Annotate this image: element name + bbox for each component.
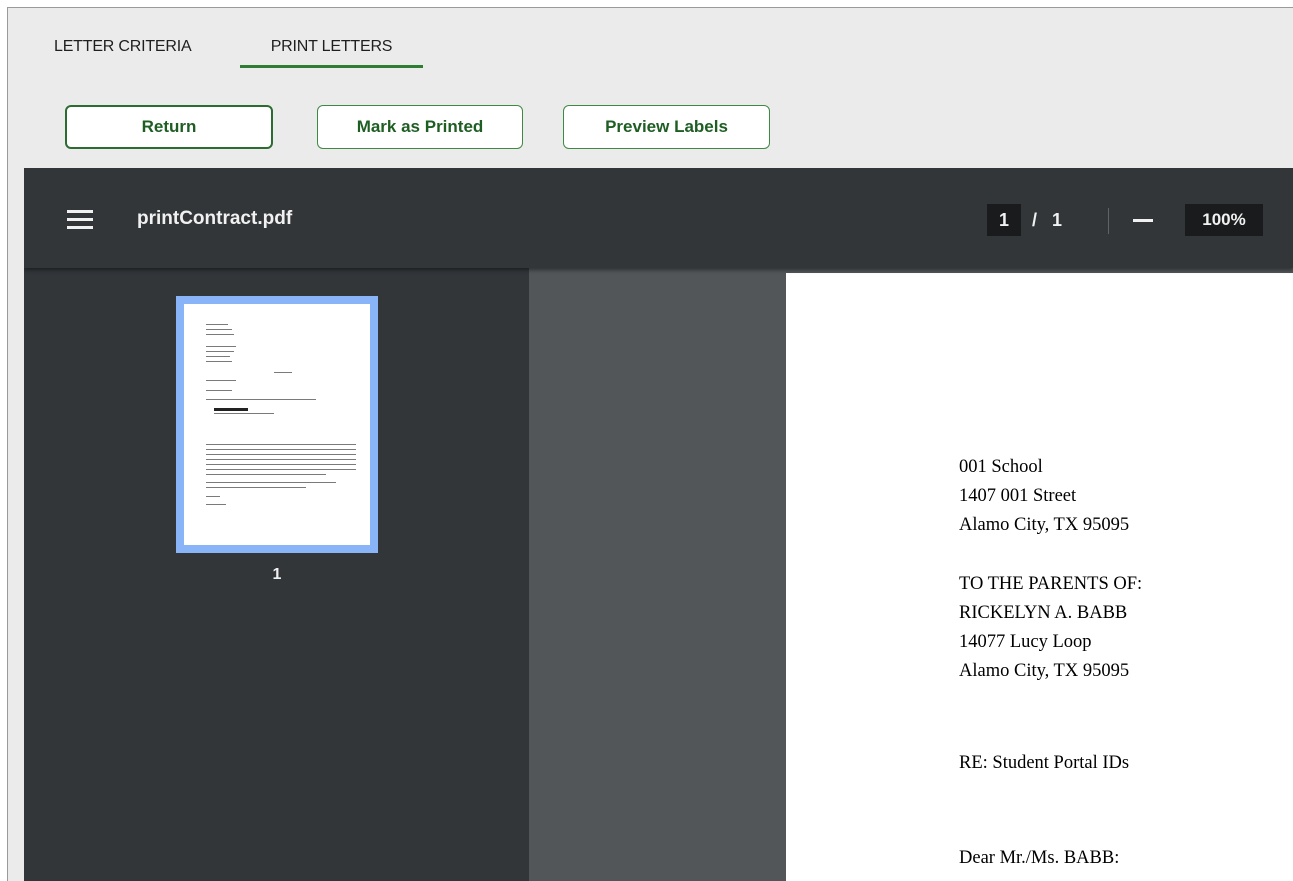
zoom-level-input[interactable]: 100%: [1185, 204, 1263, 236]
recipient-address: TO THE PARENTS OF: RICKELYN A. BABB 1407…: [959, 570, 1142, 686]
page-number-input[interactable]: 1: [987, 204, 1021, 236]
page-total: 1: [1052, 210, 1063, 230]
sender-line: 1407 001 Street: [959, 486, 1077, 506]
preview-labels-button[interactable]: Preview Labels: [563, 105, 770, 149]
sender-line: Alamo City, TX 95095: [959, 515, 1130, 535]
letter-subject: RE: Student Portal IDs: [959, 753, 1130, 773]
letter-salutation: Dear Mr./Ms. BABB:: [959, 848, 1120, 868]
recipient-line: TO THE PARENTS OF:: [959, 574, 1143, 594]
page-thumbnail[interactable]: [176, 296, 378, 553]
tab-print-letters[interactable]: PRINT LETTERS: [240, 38, 423, 68]
pdf-toolbar: printContract.pdf 1 / 1 100%: [24, 168, 1293, 268]
page-separator: /: [1032, 210, 1038, 230]
sender-line: 001 School: [959, 457, 1043, 477]
recipient-line: Alamo City, TX 95095: [959, 661, 1130, 681]
menu-icon[interactable]: [67, 210, 93, 230]
recipient-line: RICKELYN A. BABB: [959, 603, 1128, 623]
pdf-page: 001 School 1407 001 Street Alamo City, T…: [786, 273, 1293, 881]
mark-as-printed-button[interactable]: Mark as Printed: [317, 105, 523, 149]
tab-bar: LETTER CRITERIA PRINT LETTERS: [8, 8, 1293, 78]
thumbnail-sidebar: 1: [24, 268, 529, 881]
tab-letter-criteria[interactable]: LETTER CRITERIA: [54, 38, 192, 68]
zoom-out-icon[interactable]: [1133, 219, 1153, 222]
sender-address: 001 School 1407 001 Street Alamo City, T…: [959, 453, 1129, 540]
document-title: printContract.pdf: [137, 208, 293, 229]
toolbar-divider: [1108, 208, 1109, 234]
pdf-viewer: printContract.pdf 1 / 1 100% 1 001 Schoo…: [24, 168, 1293, 881]
return-button[interactable]: Return: [65, 105, 273, 149]
recipient-line: 14077 Lucy Loop: [959, 632, 1092, 652]
letter-app: LETTER CRITERIA PRINT LETTERS Return Mar…: [7, 7, 1293, 881]
thumbnail-page-number: 1: [272, 566, 282, 583]
